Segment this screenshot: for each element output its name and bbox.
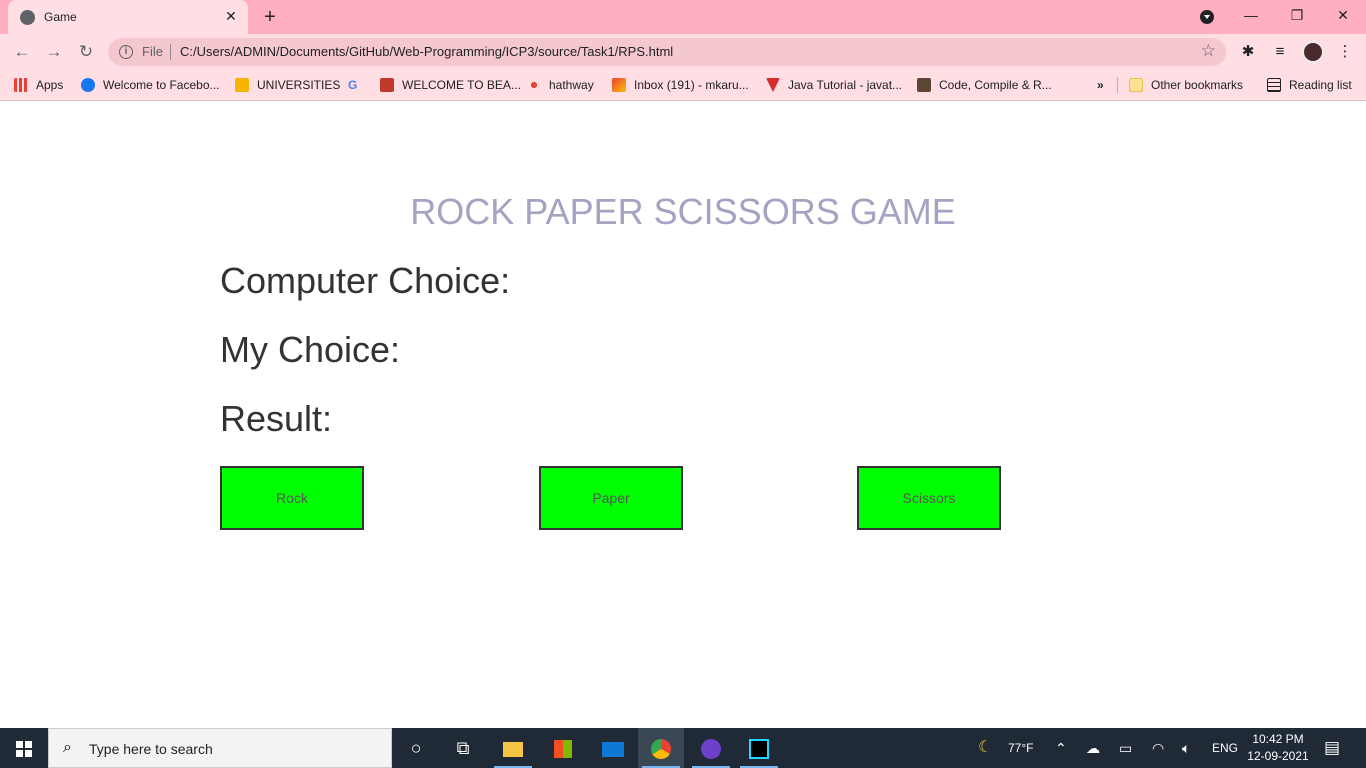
facebook-icon [81,78,95,92]
bookmark-label: Inbox (191) - mkaru... [634,78,749,92]
apps-grid-icon [14,78,28,92]
file-explorer-icon[interactable] [490,728,536,768]
bookmark-facebook[interactable]: Welcome to Facebo... [81,69,220,101]
language-indicator[interactable]: ENG [1212,728,1238,768]
divider [170,44,171,60]
paper-button[interactable]: Paper [539,466,683,530]
address-bar[interactable]: i File C:/Users/ADMIN/Documents/GitHub/W… [108,38,1226,66]
search-placeholder: Type here to search [89,741,213,757]
divider [1117,77,1118,93]
bookmark-label: Java Tutorial - javat... [788,78,903,92]
bookmark-apps[interactable]: Apps [14,69,63,101]
windows-start-icon[interactable] [0,728,48,768]
restore-icon[interactable]: ❐ [1274,0,1320,30]
bookmark-label: Other bookmarks [1151,78,1244,92]
battery-icon[interactable]: ▭ [1119,728,1132,768]
bookmark-label: hathway [549,78,594,92]
bookmark-star-icon[interactable]: ☆ [1201,41,1216,61]
tab-title: Game [44,10,77,24]
extensions-icon[interactable]: ✱ [1238,42,1258,62]
more-bookmarks-icon[interactable]: » [1097,69,1104,101]
bookmark-label: WELCOME TO BEA... [402,78,521,92]
webstorm-icon[interactable] [736,728,782,768]
bea-icon [380,78,394,92]
clock[interactable]: 10:42 PM 12-09-2021 [1238,731,1318,765]
show-hidden-icons-icon[interactable]: ⌃ [1055,728,1067,768]
media-control-icon[interactable]: ≡ [1270,42,1290,62]
menu-icon[interactable]: ⋮ [1335,42,1355,62]
mail-icon[interactable] [590,728,636,768]
time-text: 10:42 PM [1252,732,1304,746]
browser-window: Game ✕ + — ❐ ✕ ← → ↻ i File C:/Users/ADM… [0,0,1366,101]
onedrive-warning-icon[interactable]: ☁ [1086,728,1100,768]
forward-icon[interactable]: → [42,40,66,64]
github-desktop-icon[interactable] [688,728,734,768]
taskbar: ⌕ Type here to search ○ ⧉ ☾ 77°F ⌃ ☁ ▭ ◠… [0,728,1366,768]
javatpoint-icon [766,78,780,92]
close-window-icon[interactable]: ✕ [1320,0,1366,30]
minimize-icon[interactable]: — [1228,0,1274,30]
close-tab-icon[interactable]: ✕ [222,8,240,25]
notifications-icon[interactable]: ▤ [1324,728,1340,768]
tab-strip: Game ✕ + — ❐ ✕ [0,0,1366,34]
bookmark-label: UNIVERSITIES [257,78,341,92]
wifi-icon[interactable]: ◠ [1152,728,1164,768]
taskbar-search-input[interactable]: ⌕ Type here to search [48,728,392,768]
bookmark-yellow-icon [235,78,249,92]
toolbar: ← → ↻ i File C:/Users/ADMIN/Documents/Gi… [0,34,1366,69]
bookmark-gmail[interactable]: Inbox (191) - mkaru... [612,69,749,101]
info-icon[interactable]: i [119,45,133,59]
other-bookmarks[interactable]: Other bookmarks [1129,69,1243,101]
task-view-icon[interactable]: ⧉ [440,728,486,768]
reading-list[interactable]: Reading list [1267,69,1352,101]
globe-icon [20,10,35,25]
page-title: ROCK PAPER SCISSORS GAME [410,191,956,232]
new-tab-icon[interactable]: + [258,6,282,29]
chrome-icon[interactable] [638,728,684,768]
folder-icon [1129,78,1143,92]
bookmarks-bar: Apps Welcome to Facebo... UNIVERSITIES G… [0,69,1366,101]
gmail-icon [612,78,626,92]
store-icon[interactable] [540,728,586,768]
avatar[interactable] [1302,41,1324,63]
scissors-button[interactable]: Scissors [857,466,1001,530]
bookmark-universities[interactable]: UNIVERSITIES [235,69,340,101]
volume-icon[interactable]: 🔈︎ [1182,728,1190,768]
search-icon: ⌕ [63,739,72,756]
hathway-icon [527,78,541,92]
bookmark-label: Code, Compile & R... [939,78,1052,92]
url-text[interactable]: C:/Users/ADMIN/Documents/GitHub/Web-Prog… [180,44,673,59]
back-icon[interactable]: ← [10,40,34,64]
computer-choice-label: Computer Choice: [220,260,511,301]
google-icon[interactable]: G [348,69,357,101]
reload-icon[interactable]: ↻ [74,40,98,64]
bookmark-codechef[interactable]: Code, Compile & R... [917,69,1052,101]
tab-search-icon[interactable] [1200,10,1214,24]
tab-game[interactable]: Game ✕ [8,0,248,34]
file-label: File [142,44,163,59]
bookmark-label: Reading list [1289,78,1352,92]
cortana-icon[interactable]: ○ [393,728,439,768]
bookmark-hathway[interactable]: hathway [527,69,594,101]
weather-moon-icon[interactable]: ☾ [978,728,992,768]
bookmark-label: Apps [36,78,64,92]
bookmark-bea[interactable]: WELCOME TO BEA... [380,69,521,101]
date-text: 12-09-2021 [1247,749,1309,763]
result-label: Result: [220,398,333,439]
bookmark-javatpoint[interactable]: Java Tutorial - javat... [766,69,902,101]
bookmark-label: Welcome to Facebo... [103,78,220,92]
page-content: ROCK PAPER SCISSORS GAME Computer Choice… [0,102,1366,728]
codechef-icon [917,78,931,92]
rock-button[interactable]: Rock [220,466,364,530]
reading-list-icon [1267,78,1281,92]
my-choice-label: My Choice: [220,329,401,370]
weather-text[interactable]: 77°F [1008,728,1033,768]
